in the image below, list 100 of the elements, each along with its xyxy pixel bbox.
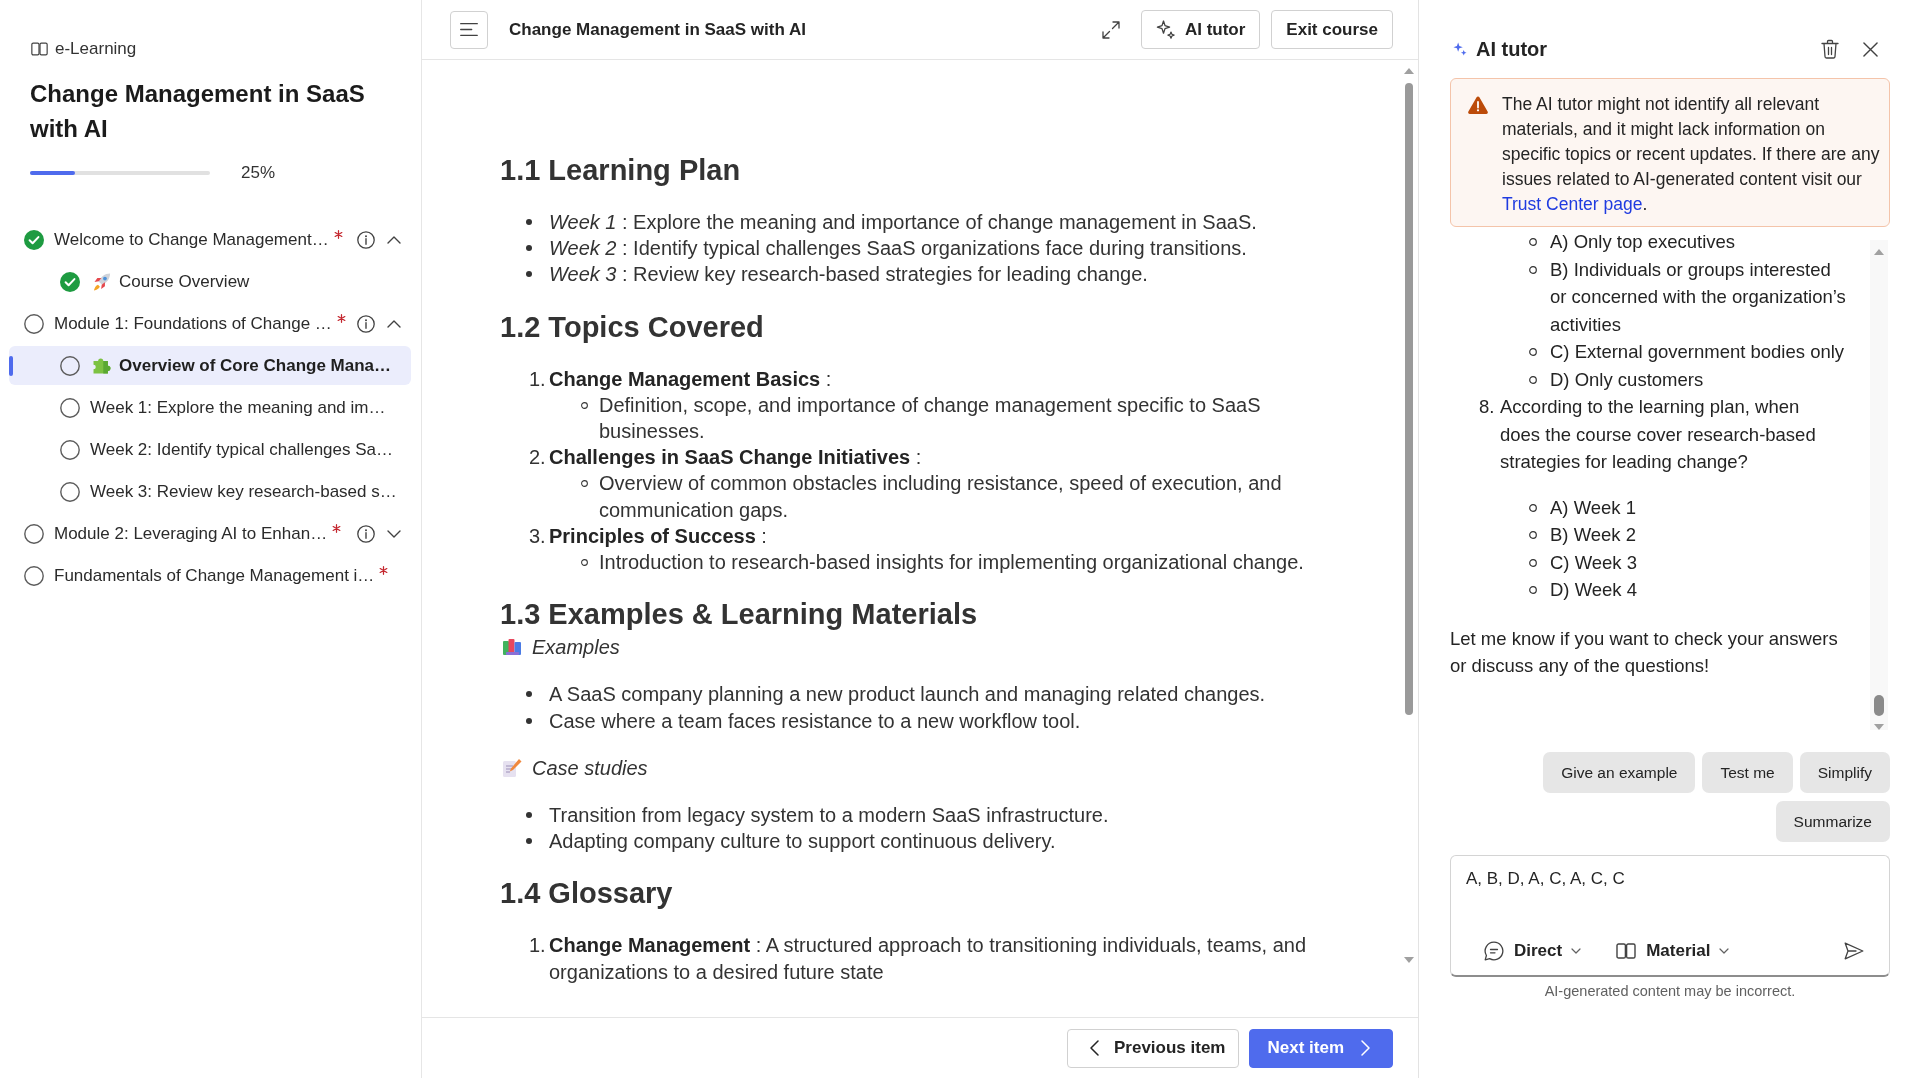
list-number: 1. [528,366,547,392]
list-item-text: Transition from legacy system to a modern SaaS infrastructure. [549,803,1110,829]
chevron-down-icon[interactable] [387,529,401,538]
hollow-bullet-icon [1529,375,1537,384]
sparkle-icon [1155,20,1175,39]
ai-tutor-button[interactable]: AI tutor [1140,10,1261,49]
list-item-text: Week 1 : Explore the meaning and importance of change management in SaaS. [549,210,1258,235]
outline-item[interactable]: Welcome to Change Management… [9,220,411,259]
book-icon [31,42,48,56]
hollow-bullet-icon [581,559,588,567]
chevron-up-icon[interactable] [387,235,401,244]
section-heading: 1.2 Topics Covered [500,309,765,345]
outline-item[interactable]: Week 3: Review key research-based s… [9,472,411,511]
info-icon[interactable] [357,230,375,249]
hollow-bullet-icon [1529,558,1537,567]
scroll-up-icon[interactable] [1404,68,1414,74]
progress-percent: 25% [241,163,276,183]
close-icon[interactable] [1863,41,1878,57]
course-title: Change Management in SaaS with AI [30,79,366,144]
previous-button[interactable]: Previous item [1066,1028,1240,1068]
scrollbar-thumb[interactable] [1874,695,1884,716]
chevron-right-icon [1361,1040,1370,1056]
notice-text: The AI tutor might not identify all relevant materials, and it might lack information on specific topics or recent updates. If there are any issues related to AI-generated content visit our Trust Center page. [1502,93,1881,216]
expand-icon[interactable] [1101,20,1120,39]
list-item-text: Case where a team faces resistance to a new workflow tool. [549,708,1082,734]
question-number: 8. [1479,395,1496,419]
answer-option: A) Only top executives [1550,228,1848,256]
trash-icon[interactable] [1821,39,1839,59]
selection-bar [9,355,13,376]
section-heading: 1.4 Glossary [500,876,674,912]
app-name: e-Learning [55,39,137,59]
bullet-icon [526,219,532,225]
chevron-up-icon[interactable] [387,319,401,328]
outline-item[interactable]: Module 2: Leveraging AI to Enhan… [9,514,411,553]
exit-course-button[interactable]: Exit course [1271,10,1393,49]
chevron-down-icon [1719,948,1730,954]
answer-option: C) External government bodies only [1550,338,1848,366]
hollow-bullet-icon [1529,586,1537,594]
answer-option: D) Only customers [1550,365,1848,393]
question-text: According to the learning plan, when does the course cover research-based strategies for leading change? [1500,395,1817,474]
section-heading: 1.1 Learning Plan [500,153,742,188]
hollow-bullet-icon [1529,238,1537,246]
menu-button[interactable] [450,10,488,49]
chat-bubble-icon [1484,941,1504,961]
answer-option: B) Individuals or groups interested or concerned with the organization’s activities [1550,255,1848,338]
scrollbar-thumb[interactable] [1405,83,1413,715]
list-item-text: Definition, scope, and importance of change management specific to SaaS businesses. [599,392,1262,444]
suggestion-chip[interactable]: Test me [1702,752,1793,793]
outline-item[interactable]: Module 1: Foundations of Change … [9,304,411,343]
response-style-dropdown[interactable]: Direct [1476,936,1590,966]
outline-item[interactable]: Week 1: Explore the meaning and im… [9,388,411,427]
trust-center-link[interactable]: Trust Center page [1502,194,1643,214]
list-item-text: Change Management Basics : [549,366,833,392]
next-button[interactable]: Next item [1249,1028,1393,1068]
message-input[interactable]: A, B, D, A, C, A, C, C [1466,868,1625,936]
puzzle-piece-icon [93,356,111,375]
suggestion-chip[interactable]: Simplify [1799,752,1890,793]
panel-title: AI tutor [1476,37,1548,61]
list-item-text: Overview of common obstacles including resistance, speed of execution, and communication gaps. [599,471,1283,523]
chevron-down-icon [1571,948,1582,954]
list-item-text: Adapting company culture to support continuous delivery. [549,829,1057,855]
outline-item[interactable]: Overview of Core Change Mana… [9,346,411,385]
chevron-left-icon [1089,1040,1099,1056]
list-item-text: A SaaS company planning a new product launch and managing related changes. [549,682,1267,708]
menu-icon [460,23,478,36]
hollow-bullet-icon [1529,503,1537,512]
disclaimer-text: AI-generated content may be incorrect. [1543,982,1797,1000]
bullet-icon [526,691,532,698]
list-item-text: Change Management : A structured approach to transitioning individuals, teams, and organizations to a desired future state [549,933,1308,985]
hollow-bullet-icon [581,401,588,409]
bullet-icon [526,271,532,278]
rocket-icon [93,272,111,291]
info-icon[interactable] [357,524,375,543]
suggestion-chip[interactable]: Summarize [1775,801,1890,842]
books-icon [502,638,522,657]
answer-option: B) Week 2 [1550,521,1848,549]
scroll-down-icon[interactable] [1404,957,1414,963]
list-item-text: Introduction to research-based insights for implementing organizational change. [599,550,1305,576]
bullet-icon [526,812,532,819]
book-icon [1616,943,1637,959]
outline-item[interactable]: Week 2: Identify typical challenges Sa… [9,430,411,469]
outline-item[interactable]: Fundamentals of Change Management i… [9,556,411,595]
info-icon[interactable] [357,314,375,333]
page-title: Change Management in SaaS with AI [509,19,806,40]
answer-option: D) Week 4 [1550,576,1848,604]
subheading-text: Examples [532,635,620,661]
suggestion-chip[interactable]: Give an example [1543,752,1696,793]
outline-item[interactable]: Course Overview [9,262,411,301]
list-number: 1. [528,933,547,959]
sparkle-icon [1453,42,1467,56]
list-number: 2. [528,445,547,471]
hollow-bullet-icon [581,480,588,488]
memo-icon [502,757,522,778]
list-number: 3. [528,523,547,549]
list-item-text: Week 3 : Review key research-based strategies for leading change. [549,262,1149,288]
source-dropdown[interactable]: Material [1608,936,1738,966]
hollow-bullet-icon [1529,265,1537,274]
send-icon[interactable] [1844,942,1864,960]
answer-option: A) Week 1 [1550,493,1848,521]
bullet-icon [526,245,532,252]
